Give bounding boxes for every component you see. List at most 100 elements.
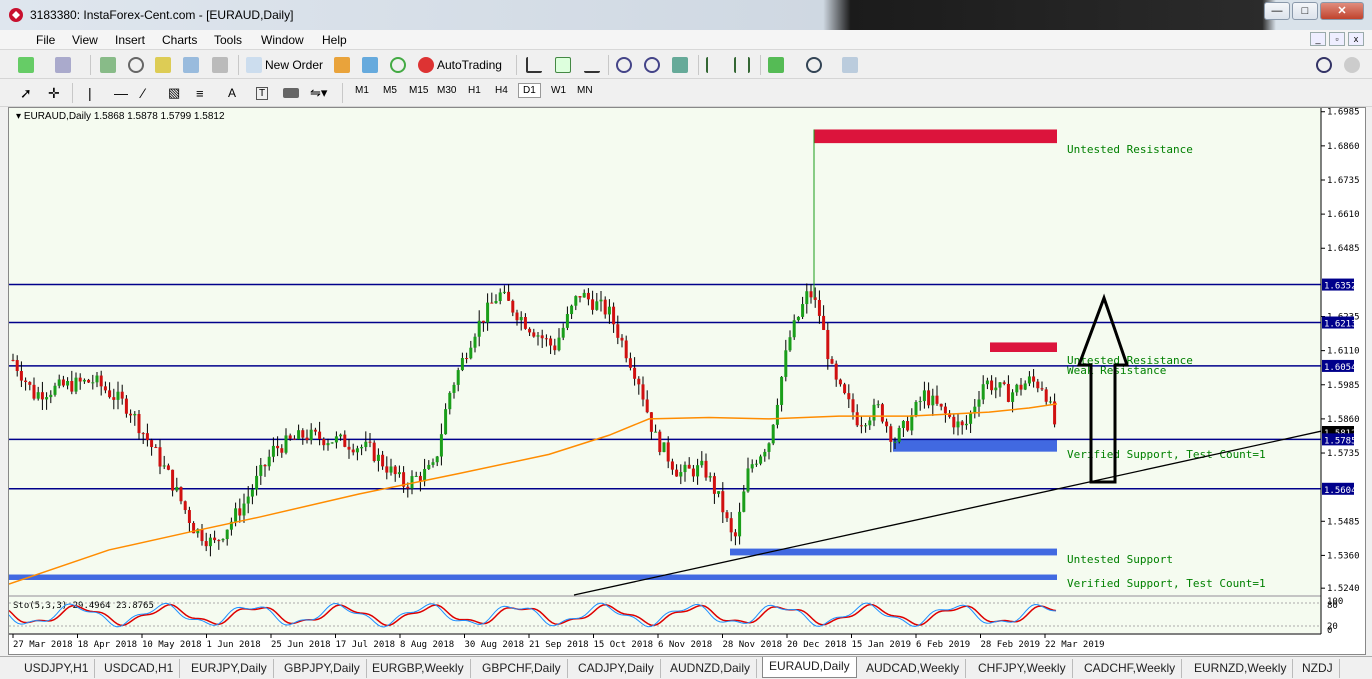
trendline-icon[interactable]: ⁄ — [142, 85, 144, 101]
candle-body — [82, 379, 86, 382]
market-watch-icon[interactable] — [100, 57, 116, 73]
candle-body — [775, 404, 779, 425]
tester-icon[interactable] — [212, 57, 228, 73]
tab-usdcad-h1[interactable]: USDCAD,H1 — [98, 659, 181, 678]
zoom-in-icon[interactable] — [616, 57, 632, 73]
favorites-icon[interactable] — [155, 57, 171, 73]
menu-tools[interactable]: Tools — [214, 33, 242, 47]
timeframe-d1[interactable]: D1 — [518, 83, 541, 98]
horizontal-line-icon[interactable]: — — [114, 85, 128, 101]
candle-body — [112, 397, 116, 400]
indicators-icon[interactable] — [768, 57, 784, 73]
tab-euraud-daily[interactable]: EURAUD,Daily — [762, 657, 857, 678]
autotrading-button[interactable]: AutoTrading — [418, 54, 502, 76]
date-label: 25 Jun 2018 — [271, 640, 331, 650]
date-label: 15 Oct 2018 — [594, 640, 654, 650]
candle-body — [637, 378, 641, 385]
tile-windows-icon[interactable] — [672, 57, 688, 73]
tab-eurjpy-daily[interactable]: EURJPY,Daily — [185, 659, 274, 678]
templates-icon[interactable] — [842, 57, 858, 73]
price-label: 1.5735 — [1327, 449, 1360, 459]
candle-body — [607, 306, 611, 315]
search-icon[interactable] — [1316, 57, 1332, 73]
menu-window[interactable]: Window — [261, 33, 304, 47]
timeframe-h4[interactable]: H4 — [495, 85, 508, 96]
mdi-restore-button[interactable]: ▫ — [1329, 32, 1345, 46]
text-tool[interactable]: A — [228, 86, 236, 100]
timeframe-mn[interactable]: MN — [577, 85, 593, 96]
maximize-button[interactable]: □ — [1292, 2, 1318, 20]
menu-insert[interactable]: Insert — [115, 33, 145, 47]
new-order-button[interactable]: New Order — [246, 54, 323, 76]
menu-view[interactable]: View — [72, 33, 98, 47]
candle-body — [301, 430, 305, 438]
channel-icon[interactable]: ▧ — [168, 85, 180, 101]
navigator-icon[interactable] — [128, 57, 144, 73]
shapes-icon[interactable] — [283, 88, 299, 98]
timeframe-m1[interactable]: M1 — [355, 85, 369, 96]
candle-body — [893, 441, 897, 443]
text-label-tool[interactable]: T — [256, 86, 269, 100]
market-icon[interactable] — [390, 57, 406, 73]
tab-cadjpy-daily[interactable]: CADJPY,Daily — [572, 659, 661, 678]
candle-body — [918, 401, 922, 403]
menu-file[interactable]: File — [36, 33, 55, 47]
new-chart-icon[interactable] — [18, 57, 34, 73]
zoom-out-icon[interactable] — [644, 57, 660, 73]
fibonacci-icon[interactable]: ≡ — [196, 86, 204, 101]
profiles-icon[interactable] — [55, 57, 71, 73]
candle-body — [343, 434, 347, 447]
minimize-button[interactable]: — — [1264, 2, 1290, 20]
candle-body — [477, 320, 481, 337]
menu-help[interactable]: Help — [322, 33, 347, 47]
chart-shift-icon[interactable] — [734, 57, 750, 73]
crosshair-icon[interactable]: ✛ — [48, 85, 60, 102]
new-order-icon — [246, 57, 262, 73]
bar-chart-icon[interactable] — [526, 57, 542, 73]
metaeditor-icon[interactable] — [334, 57, 350, 73]
timeframe-m15[interactable]: M15 — [409, 85, 428, 96]
tab-audnzd-daily[interactable]: AUDNZD,Daily — [664, 659, 758, 678]
candle-body — [843, 384, 847, 394]
timeframe-w1[interactable]: W1 — [551, 85, 566, 96]
arrows-icon[interactable]: ⇋▾ — [310, 85, 327, 101]
price-chart[interactable]: Untested ResistanceUntested ResistanceWe… — [8, 108, 1365, 654]
tab-cadchf-weekly[interactable]: CADCHF,Weekly — [1078, 659, 1183, 678]
menu-charts[interactable]: Charts — [162, 33, 197, 47]
timeframe-m5[interactable]: M5 — [383, 85, 397, 96]
tab-eurgbp-weekly[interactable]: EURGBP,Weekly — [366, 659, 471, 678]
autoscroll-icon[interactable] — [706, 57, 722, 73]
tab-chfjpy-weekly[interactable]: CHFJPY,Weekly — [972, 659, 1073, 678]
candle-body — [74, 377, 78, 392]
tab-gbpjpy-daily[interactable]: GBPJPY,Daily — [278, 659, 367, 678]
close-button[interactable]: ✕ — [1320, 2, 1364, 20]
tab-gbpchf-daily[interactable]: GBPCHF,Daily — [476, 659, 568, 678]
timeframe-h1[interactable]: H1 — [468, 85, 481, 96]
candle-body — [1015, 384, 1019, 393]
candle-body — [225, 529, 229, 540]
signals-icon[interactable] — [362, 57, 378, 73]
price-tag: 1.6352 — [1324, 282, 1357, 292]
tab-nzdj[interactable]: NZDJ — [1296, 659, 1340, 678]
timeframe-m30[interactable]: M30 — [437, 85, 456, 96]
cursor-icon[interactable]: ➚ — [20, 85, 32, 102]
mdi-close-button[interactable]: x — [1348, 32, 1364, 46]
candle-body — [217, 540, 221, 542]
candlestick-icon[interactable] — [555, 57, 571, 73]
vertical-line-icon[interactable]: | — [88, 85, 92, 101]
chart-window[interactable]: Untested Resistance Untested Resistance We… — [8, 107, 1366, 655]
tab-eurnzd-weekly[interactable]: EURNZD,Weekly — [1188, 659, 1294, 678]
line-chart-icon[interactable] — [584, 57, 600, 73]
collapse-icon[interactable]: ▾ — [16, 111, 24, 122]
mdi-minimize-button[interactable]: _ — [1310, 32, 1326, 46]
tab-usdjpy-h1[interactable]: USDJPY,H1 — [18, 659, 96, 678]
terminal-icon[interactable] — [183, 57, 199, 73]
candle-body — [91, 382, 95, 384]
periods-icon[interactable] — [806, 57, 822, 73]
candle-body — [780, 376, 784, 405]
chat-icon[interactable] — [1344, 57, 1360, 73]
candle-body — [750, 464, 754, 469]
candle-body — [515, 312, 519, 321]
candle-body — [162, 465, 166, 467]
tab-audcad-weekly[interactable]: AUDCAD,Weekly — [860, 659, 967, 678]
